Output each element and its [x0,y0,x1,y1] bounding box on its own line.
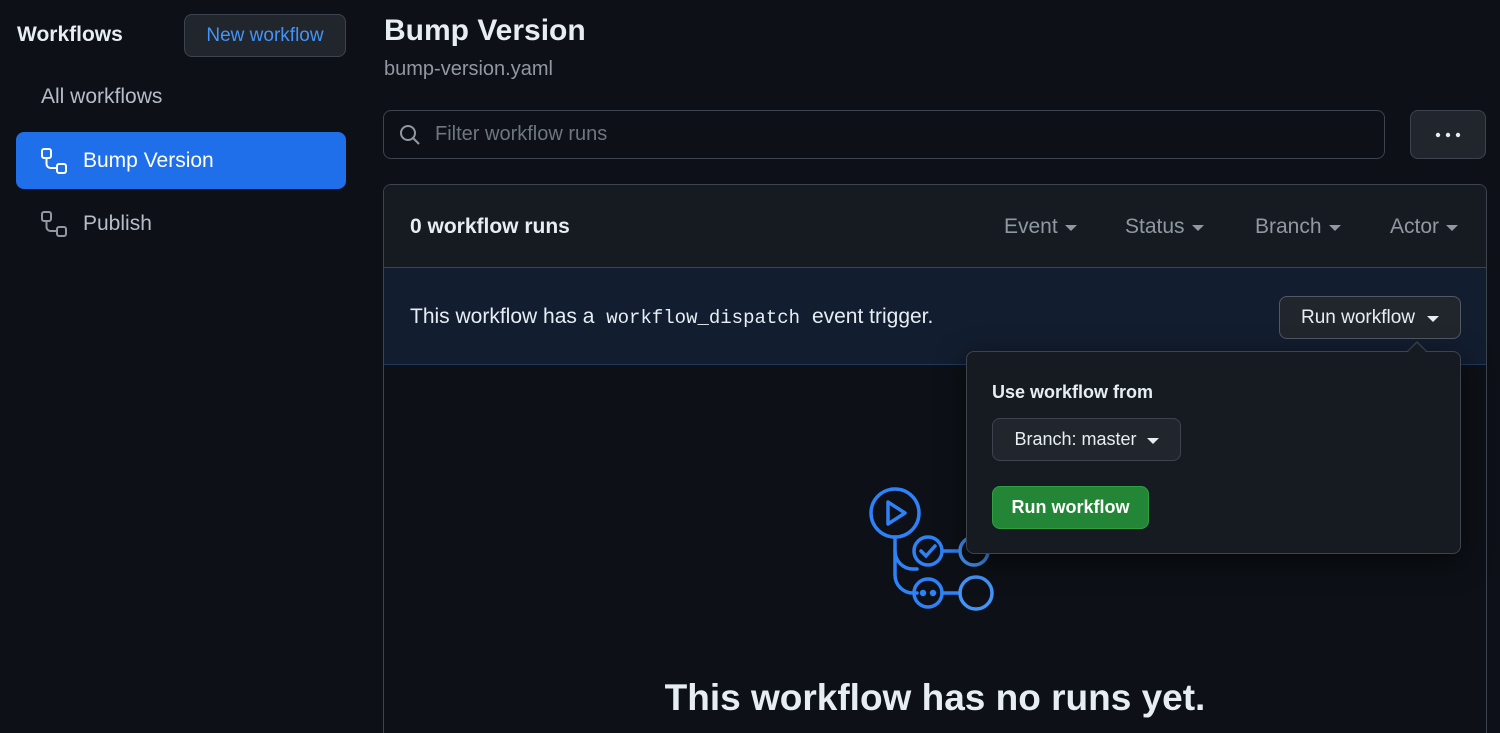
sidebar-item-label: Bump Version [83,148,214,172]
filter-label: Status [1125,215,1185,238]
runs-count: 0 workflow runs [410,215,570,238]
sidebar-item-bump-version[interactable]: Bump Version [16,132,346,189]
branch-select-button[interactable]: Branch: master [992,418,1181,461]
filter-label: Actor [1390,215,1440,238]
workflow-icon [40,210,68,238]
runs-header: 0 workflow runs Event Status Branch Acto… [384,185,1486,268]
sidebar-item-all-workflows[interactable]: All workflows [41,85,162,109]
popover-arrow-inner [1408,343,1426,352]
caret-down-icon [1328,225,1341,231]
empty-state-title: This workflow has no runs yet. [664,677,1206,718]
caret-down-icon [1146,437,1159,444]
search-input[interactable] [435,123,1384,146]
dispatch-suffix: event trigger. [811,305,934,328]
filter-label: Branch [1255,215,1322,238]
run-workflow-button[interactable]: Run workflow [992,486,1149,529]
caret-down-icon [1446,225,1459,231]
sidebar: Workflows New workflow All workflows Bum… [0,0,360,733]
branch-filter-dropdown[interactable]: Branch [1255,215,1341,239]
sidebar-item-label: Publish [83,211,152,235]
new-workflow-button[interactable]: New workflow [184,14,346,57]
caret-down-icon [1191,225,1204,231]
more-options-button[interactable] [1410,110,1486,159]
kebab-horizontal-icon [1434,126,1462,144]
filter-label: Event [1004,215,1058,238]
sidebar-item-publish[interactable]: Publish [16,195,346,252]
sidebar-title: Workflows [17,23,123,46]
event-filter-dropdown[interactable]: Event [1004,215,1077,239]
branch-select-label: Branch: master [1014,429,1137,449]
actor-filter-dropdown[interactable]: Actor [1390,215,1459,239]
run-workflow-popover: Use workflow from Branch: master Run wor… [966,351,1461,554]
caret-down-icon [1064,225,1077,231]
caret-down-icon [1427,315,1440,322]
page-title: Bump Version [384,14,586,47]
dispatch-message: This workflow has a workflow_dispatch ev… [410,305,933,329]
dispatch-prefix: This workflow has a [410,305,595,328]
dispatch-code: workflow_dispatch [606,307,801,329]
filter-runs-field[interactable] [383,110,1385,159]
run-workflow-dropdown-button[interactable]: Run workflow [1279,296,1461,339]
workflow-filename[interactable]: bump-version.yaml [384,58,553,81]
search-icon [398,123,422,147]
run-workflow-dropdown-label: Run workflow [1300,306,1416,328]
workflow-icon [40,147,68,175]
use-workflow-from-label: Use workflow from [992,382,1154,402]
status-filter-dropdown[interactable]: Status [1125,215,1204,239]
